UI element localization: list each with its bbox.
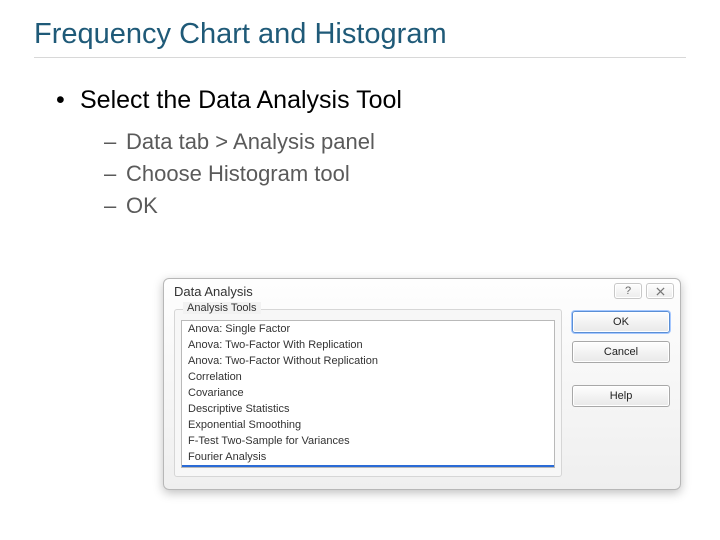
- list-item[interactable]: Fourier Analysis: [182, 449, 554, 465]
- bullet-level-2: Choose Histogram tool: [104, 161, 686, 187]
- help-button[interactable]: Help: [572, 385, 670, 407]
- list-item[interactable]: Histogram: [182, 465, 554, 468]
- dialog-body: Analysis Tools Anova: Single FactorAnova…: [164, 303, 680, 489]
- list-item[interactable]: Exponential Smoothing: [182, 417, 554, 433]
- slide: Frequency Chart and Histogram Select the…: [0, 0, 720, 219]
- spacer: [572, 371, 670, 377]
- analysis-tools-listbox[interactable]: Anova: Single FactorAnova: Two-Factor Wi…: [181, 320, 555, 468]
- title-divider: [34, 57, 686, 58]
- list-item[interactable]: F-Test Two-Sample for Variances: [182, 433, 554, 449]
- bullet-text: Data tab > Analysis panel: [126, 129, 375, 154]
- dialog-left-pane: Analysis Tools Anova: Single FactorAnova…: [174, 309, 562, 477]
- bullet-text: Select the Data Analysis Tool: [80, 86, 402, 114]
- close-icon[interactable]: [646, 283, 674, 299]
- button-label: Cancel: [604, 346, 638, 358]
- bullet-level-2: Data tab > Analysis panel: [104, 129, 686, 155]
- list-item[interactable]: Descriptive Statistics: [182, 401, 554, 417]
- cancel-button[interactable]: Cancel: [572, 341, 670, 363]
- bullet-text: OK: [126, 193, 158, 218]
- list-item[interactable]: Anova: Two-Factor Without Replication: [182, 353, 554, 369]
- ok-button[interactable]: OK: [572, 311, 670, 333]
- button-label: Help: [610, 390, 633, 402]
- slide-title: Frequency Chart and Histogram: [34, 18, 686, 51]
- group-label: Analysis Tools: [183, 302, 261, 314]
- help-icon[interactable]: ?: [614, 283, 642, 299]
- bullet-level-1: Select the Data Analysis Tool: [56, 86, 686, 115]
- dialog-title: Data Analysis: [174, 284, 253, 299]
- list-item[interactable]: Anova: Two-Factor With Replication: [182, 337, 554, 353]
- dialog-titlebar[interactable]: Data Analysis ?: [164, 279, 680, 303]
- list-item[interactable]: Anova: Single Factor: [182, 321, 554, 337]
- dialog-button-column: OK Cancel Help: [572, 309, 670, 477]
- list-item[interactable]: Covariance: [182, 385, 554, 401]
- button-label: OK: [613, 316, 629, 328]
- data-analysis-dialog: Data Analysis ? Analysis Tools Anova: Si…: [163, 278, 681, 490]
- dialog-window: Data Analysis ? Analysis Tools Anova: Si…: [163, 278, 681, 490]
- analysis-tools-group: Analysis Tools Anova: Single FactorAnova…: [174, 309, 562, 477]
- titlebar-buttons: ?: [614, 283, 674, 299]
- bullet-level-2: OK: [104, 193, 686, 219]
- list-item[interactable]: Correlation: [182, 369, 554, 385]
- bullet-text: Choose Histogram tool: [126, 161, 350, 186]
